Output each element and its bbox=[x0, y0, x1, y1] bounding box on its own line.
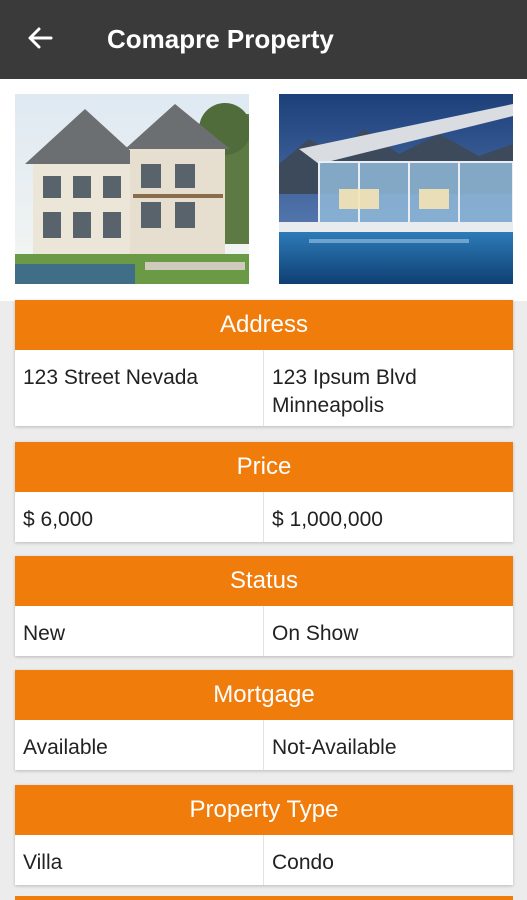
card-property-type: Property Type Villa Condo bbox=[15, 785, 513, 885]
page-title: Comapre Property bbox=[107, 24, 334, 54]
section-header-status: Status bbox=[15, 556, 513, 606]
back-button[interactable] bbox=[20, 22, 60, 58]
property-photos bbox=[0, 79, 527, 301]
section-header-property-type: Property Type bbox=[15, 785, 513, 835]
table-row: Villa Condo bbox=[15, 835, 513, 885]
table-row: New On Show bbox=[15, 606, 513, 656]
table-row: 123 Street Nevada 123 Ipsum Blvd Minneap… bbox=[15, 350, 513, 426]
card-status: Status New On Show bbox=[15, 556, 513, 656]
property-1-status: New bbox=[15, 606, 264, 656]
section-header-mortgage: Mortgage bbox=[15, 670, 513, 720]
property-1-mortgage: Available bbox=[15, 720, 264, 770]
property-2-type: Condo bbox=[272, 851, 334, 874]
table-row: Available Not-Available bbox=[15, 720, 513, 770]
property-2-mortgage: Not-Available bbox=[272, 736, 397, 759]
app-bar: Comapre Property bbox=[0, 0, 527, 79]
arrow-back-icon bbox=[27, 26, 53, 55]
property-1-type: Villa bbox=[15, 835, 264, 885]
next-section-header bbox=[15, 896, 513, 900]
section-header-price: Price bbox=[15, 442, 513, 492]
property-photo-1[interactable] bbox=[15, 94, 249, 284]
table-row: $ 6,000 $ 1,000,000 bbox=[15, 492, 513, 542]
card-address: Address 123 Street Nevada 123 Ipsum Blvd… bbox=[15, 300, 513, 426]
section-header-address: Address bbox=[15, 300, 513, 350]
property-2-price: $ 1,000,000 bbox=[272, 508, 383, 531]
property-2-status: On Show bbox=[272, 622, 359, 645]
property-photo-2[interactable] bbox=[279, 94, 513, 284]
card-mortgage: Mortgage Available Not-Available bbox=[15, 670, 513, 770]
property-2-address: 123 Ipsum Blvd Minneapolis bbox=[272, 366, 417, 417]
property-1-price: $ 6,000 bbox=[15, 492, 264, 542]
card-price: Price $ 6,000 $ 1,000,000 bbox=[15, 442, 513, 542]
property-1-address: 123 Street Nevada bbox=[15, 350, 264, 426]
